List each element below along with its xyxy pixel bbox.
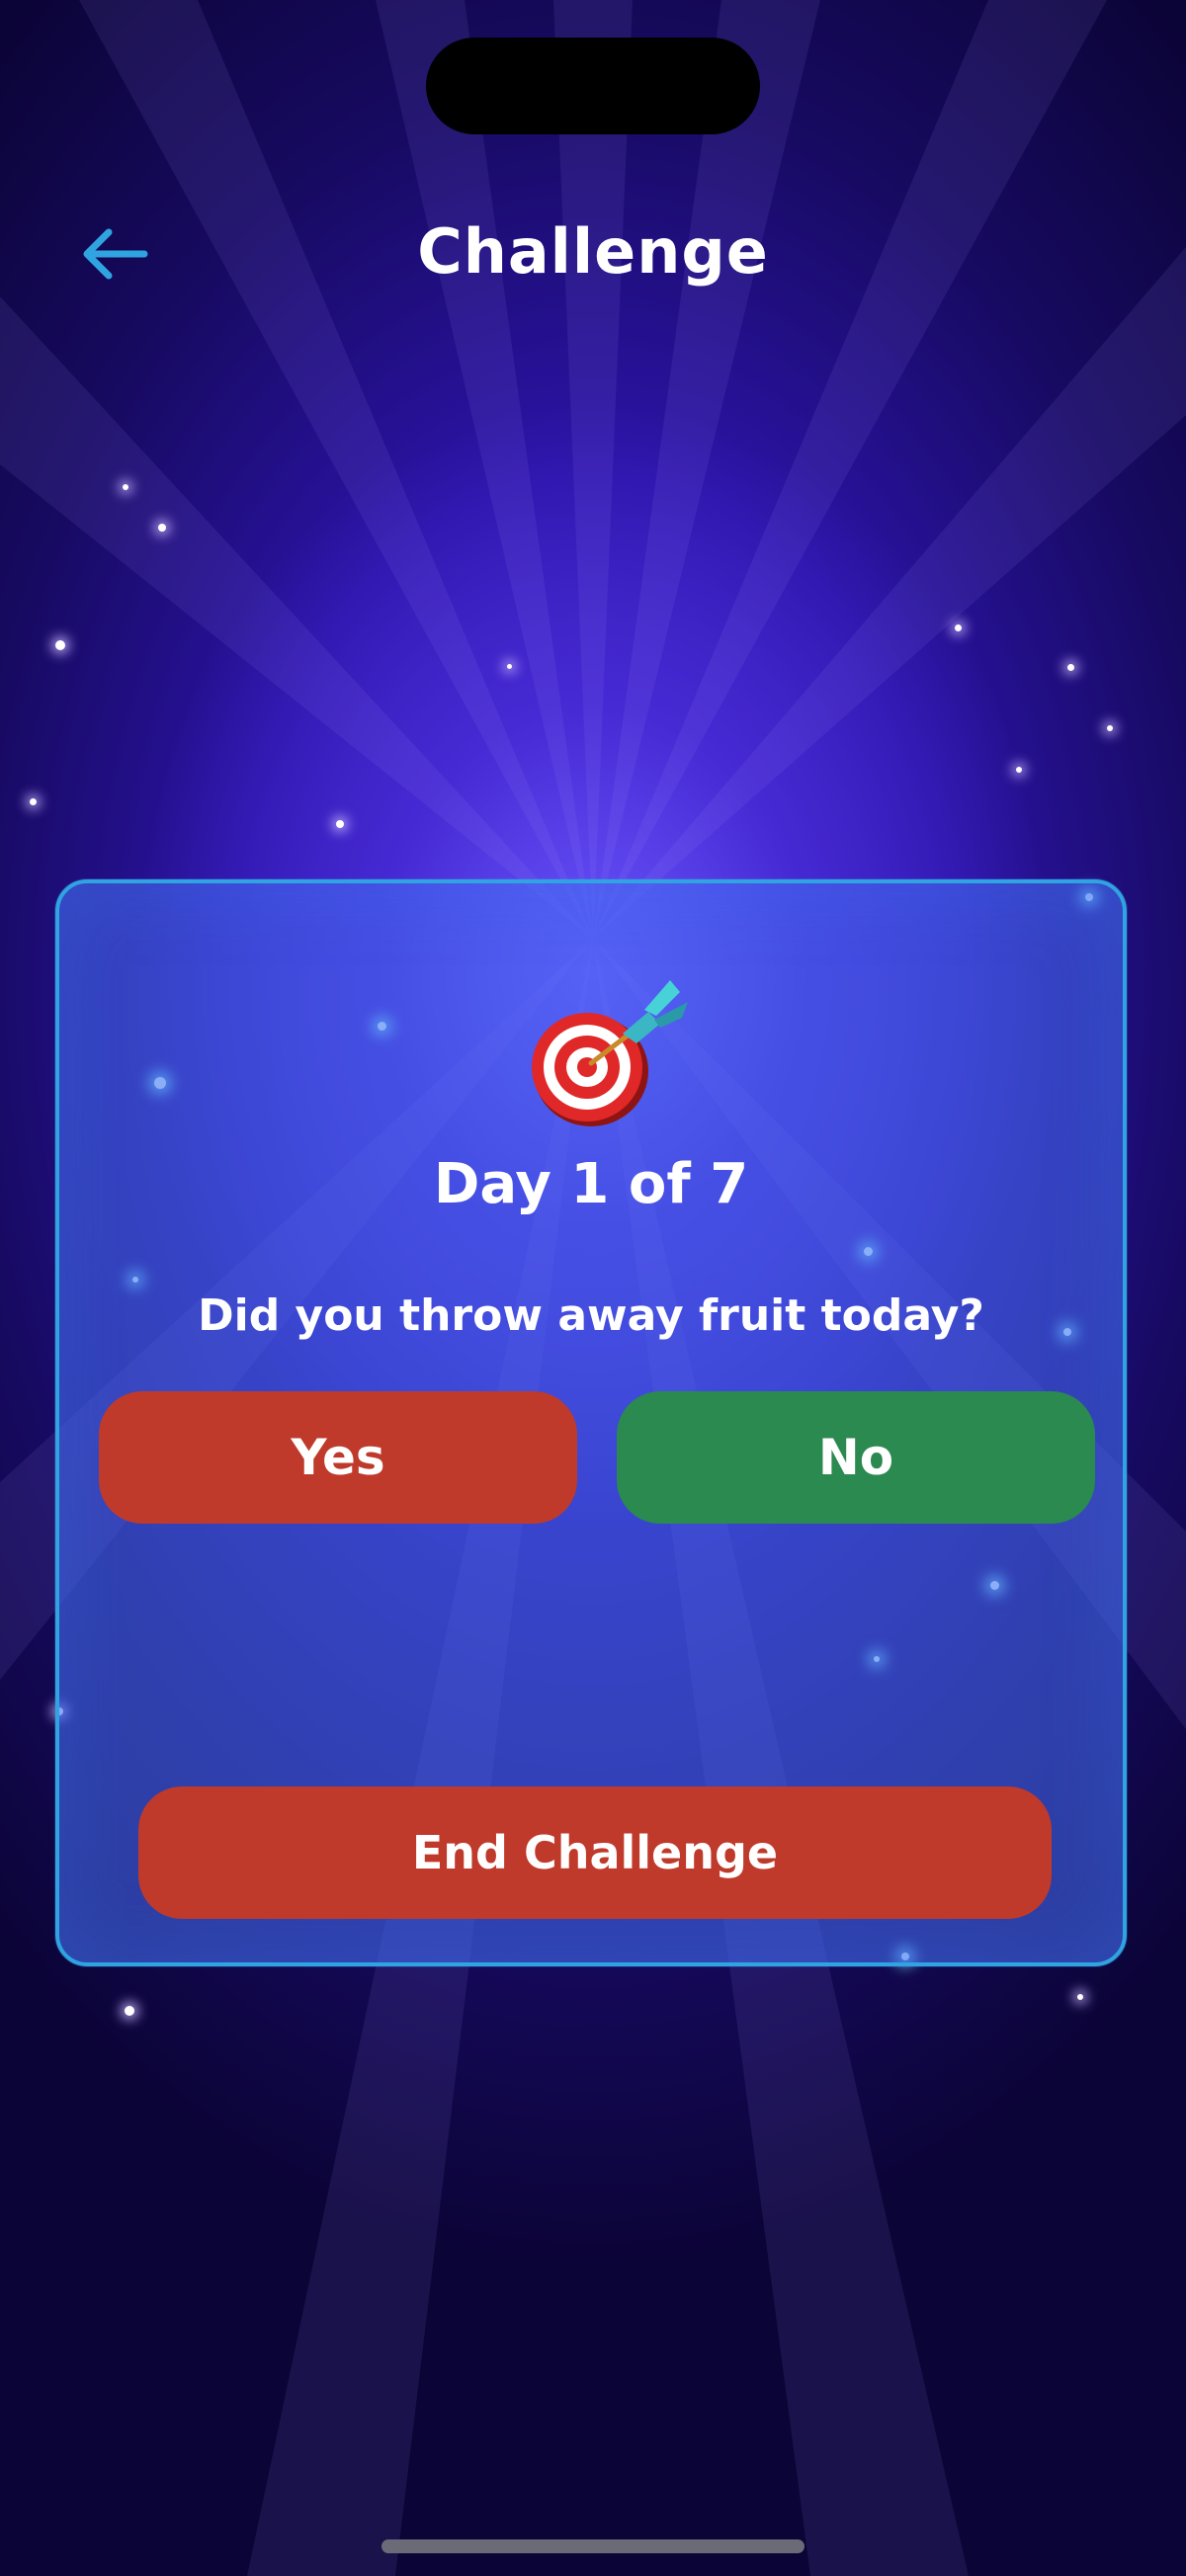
arrow-left-icon [83,228,148,280]
sparkle [1077,1994,1083,2000]
sparkle [30,798,37,805]
sparkle [158,524,166,532]
sparkle [55,640,65,650]
sparkle [336,820,344,828]
challenge-card: Day 1 of 7 Did you throw away fruit toda… [55,879,1127,1966]
sparkle [1067,664,1074,671]
end-challenge-button[interactable]: End Challenge [138,1787,1052,1919]
challenge-screen: Challenge Day 1 of 7 Did you throw away … [0,0,1186,2576]
sparkle [507,664,512,669]
status-bar-notch [426,38,760,134]
sparkle [1107,725,1113,731]
yes-button[interactable]: Yes [99,1391,577,1524]
day-progress-label: Day 1 of 7 [433,1152,749,1216]
sparkle [955,624,962,631]
back-button[interactable] [69,209,158,298]
sparkle [1016,767,1022,773]
sparkle [125,2006,134,2016]
sparkle [123,484,128,490]
target-dart-icon [532,980,688,1126]
challenge-question: Did you throw away fruit today? [198,1290,984,1341]
home-indicator [381,2539,805,2553]
page-title: Challenge [417,215,769,288]
no-button[interactable]: No [617,1391,1095,1524]
